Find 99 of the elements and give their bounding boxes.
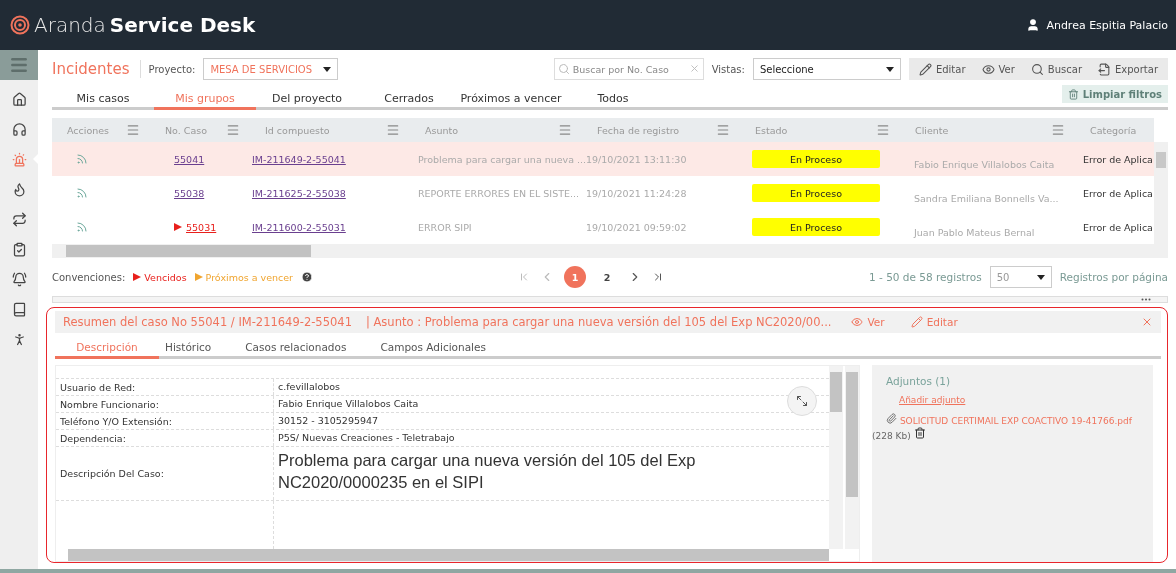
tab[interactable]: Mis casos — [52, 92, 154, 110]
status-badge: En Proceso — [752, 218, 880, 236]
case-subject: | Asunto : Problema para cargar una nueva versión del 105 del Exp NC2020/00... — [365, 315, 832, 329]
module-title: Incidentes — [52, 60, 141, 78]
table-cell-text: Juan Pablo Mateus Bernal — [912, 226, 1035, 238]
logo-icon — [10, 15, 30, 35]
id-link[interactable]: IM-211625-2-55038 — [252, 187, 346, 199]
feed-icon[interactable] — [76, 187, 88, 199]
home-icon — [11, 91, 27, 107]
case-link[interactable]: 55031 — [186, 221, 217, 233]
edit-button[interactable]: Editar — [912, 62, 972, 76]
table-cell-text: Error de Aplica — [1082, 187, 1153, 199]
tab[interactable]: Todos — [562, 92, 664, 110]
view-icon — [981, 62, 995, 76]
tab[interactable]: Histórico — [159, 341, 212, 359]
view-button[interactable]: Ver — [975, 62, 1021, 76]
table-cell-text: Problema para cargar una nueva ... — [417, 153, 587, 165]
views-dropdown[interactable]: Seleccione — [752, 58, 901, 80]
user-icon — [1026, 18, 1041, 32]
field-label: Nombre Funcionario: — [56, 396, 274, 412]
status-badge: En Proceso — [752, 150, 880, 168]
table-cell-text: Error de Aplica — [1082, 221, 1153, 233]
id-link[interactable]: IM-211649-2-55041 — [252, 153, 346, 165]
table-cell-text: Fabio Enrique Villalobos Caita — [913, 158, 1055, 170]
column-menu-icon[interactable] — [716, 123, 730, 137]
export-icon — [1098, 62, 1111, 76]
table-cell-text: 19/10/2021 09:59:02 — [585, 221, 687, 233]
tab[interactable]: Campos Adicionales — [374, 341, 486, 359]
user-name[interactable]: Andrea Espitia Palacio — [1046, 18, 1168, 32]
table-cell-text: ERROR SIPI — [417, 221, 472, 233]
delete-icon[interactable] — [913, 427, 926, 440]
field-label: Usuario de Red: — [56, 379, 274, 395]
brand-name: Aranda — [34, 13, 106, 37]
column-menu-icon[interactable] — [226, 123, 240, 137]
case-summary-title: Resumen del caso No 55041 / IM-211649-2-55041 — [63, 315, 352, 329]
tab[interactable]: Del proyecto — [256, 92, 358, 110]
feed-icon[interactable] — [76, 153, 88, 165]
view-icon — [851, 316, 864, 328]
views-label: Vistas: — [711, 63, 745, 75]
tab[interactable]: Próximos a vencer — [460, 92, 562, 110]
column-menu-icon[interactable] — [558, 123, 572, 137]
grip-icon[interactable] — [1141, 298, 1151, 301]
table-cell-text: 19/10/2021 13:11:30 — [585, 153, 687, 165]
table-cell-text: Error de Aplica — [1082, 153, 1153, 165]
tab[interactable]: Casos relacionados — [239, 341, 347, 359]
scrollbar[interactable] — [52, 244, 1168, 258]
case-link[interactable]: 55038 — [174, 187, 205, 199]
clear-icon[interactable] — [688, 63, 700, 74]
legend-label: Próximos a vencer — [205, 271, 293, 283]
status-badge: En Proceso — [752, 184, 880, 202]
search-button[interactable]: Buscar — [1024, 62, 1088, 76]
expand-button[interactable] — [787, 386, 817, 416]
id-link[interactable]: IM-211600-2-55031 — [252, 221, 346, 233]
field-label: Teléfono Y/O Extensión: — [56, 413, 274, 429]
menu-icon — [9, 55, 29, 75]
column-menu-icon[interactable] — [876, 123, 890, 137]
field-value: 30152 - 3105295947 — [277, 414, 380, 428]
field-value: c.fevillalobos — [277, 380, 342, 394]
column-menu-icon[interactable] — [386, 123, 400, 137]
export-button[interactable]: Exportar — [1092, 62, 1164, 76]
scrollbar[interactable] — [845, 366, 859, 549]
expand-icon — [796, 395, 808, 407]
field-value: Fabio Enrique Villalobos Caita — [277, 397, 420, 411]
table-cell-text: REPORTE ERRORES EN EL SISTE... — [417, 187, 580, 199]
last-page-icon[interactable] — [652, 271, 664, 283]
case-link[interactable]: 55041 — [174, 153, 205, 165]
table-cell-text: 19/10/2021 11:24:28 — [585, 187, 687, 199]
field-value: P5S/ Nuevas Creaciones - Teletrabajo — [277, 431, 456, 445]
table-row[interactable]: 55041 IM-211649-2-55041 Problema para cargar una nueva ...19/10/2021 13:11:30 En Proceso Fabio Enrique Villalobos Caita Error de Aplica — [52, 142, 1154, 176]
edit-icon — [918, 62, 932, 76]
table-cell-text: Sandra Emiliana Bonnells Va... — [913, 192, 1059, 204]
edit-icon — [910, 316, 923, 328]
column-menu-icon[interactable] — [1051, 123, 1065, 137]
page-size-label: Registros por página — [1059, 271, 1168, 283]
tab[interactable]: Cerrados — [358, 92, 460, 110]
product-name: Service Desk — [109, 13, 256, 37]
record-range: 1 - 50 de 58 registros — [869, 271, 982, 283]
field-value: Problema para cargar una nueva versión del 105 del Exp NC2020/0000235 en el SIPI — [277, 450, 697, 494]
attachment-size: (228 Kb) — [872, 431, 911, 442]
project-label: Proyecto: — [148, 63, 196, 75]
page-button[interactable]: 2 — [596, 266, 618, 288]
paperclip-icon — [886, 413, 897, 424]
scrollbar[interactable] — [68, 549, 829, 561]
scrollbar[interactable] — [1154, 142, 1168, 244]
attachments-title: Adjuntos (1) — [886, 375, 952, 387]
feed-icon[interactable] — [76, 221, 88, 233]
search-field[interactable]: Buscar por No. Caso — [553, 58, 704, 80]
scrollbar[interactable] — [829, 366, 843, 549]
column-menu-icon[interactable] — [126, 123, 140, 137]
conventions-label: Convenciones: — [52, 271, 126, 283]
trash-icon — [1067, 88, 1079, 100]
field-label: Dependencia: — [56, 430, 274, 446]
legend-label: Vencidos — [144, 271, 187, 283]
search-icon — [1030, 62, 1044, 76]
search-icon — [557, 63, 570, 75]
first-page-icon[interactable] — [518, 271, 530, 283]
help-icon[interactable] — [301, 271, 313, 283]
close-icon[interactable] — [1141, 316, 1153, 328]
field-label: Descripción Del Caso: — [56, 447, 274, 500]
